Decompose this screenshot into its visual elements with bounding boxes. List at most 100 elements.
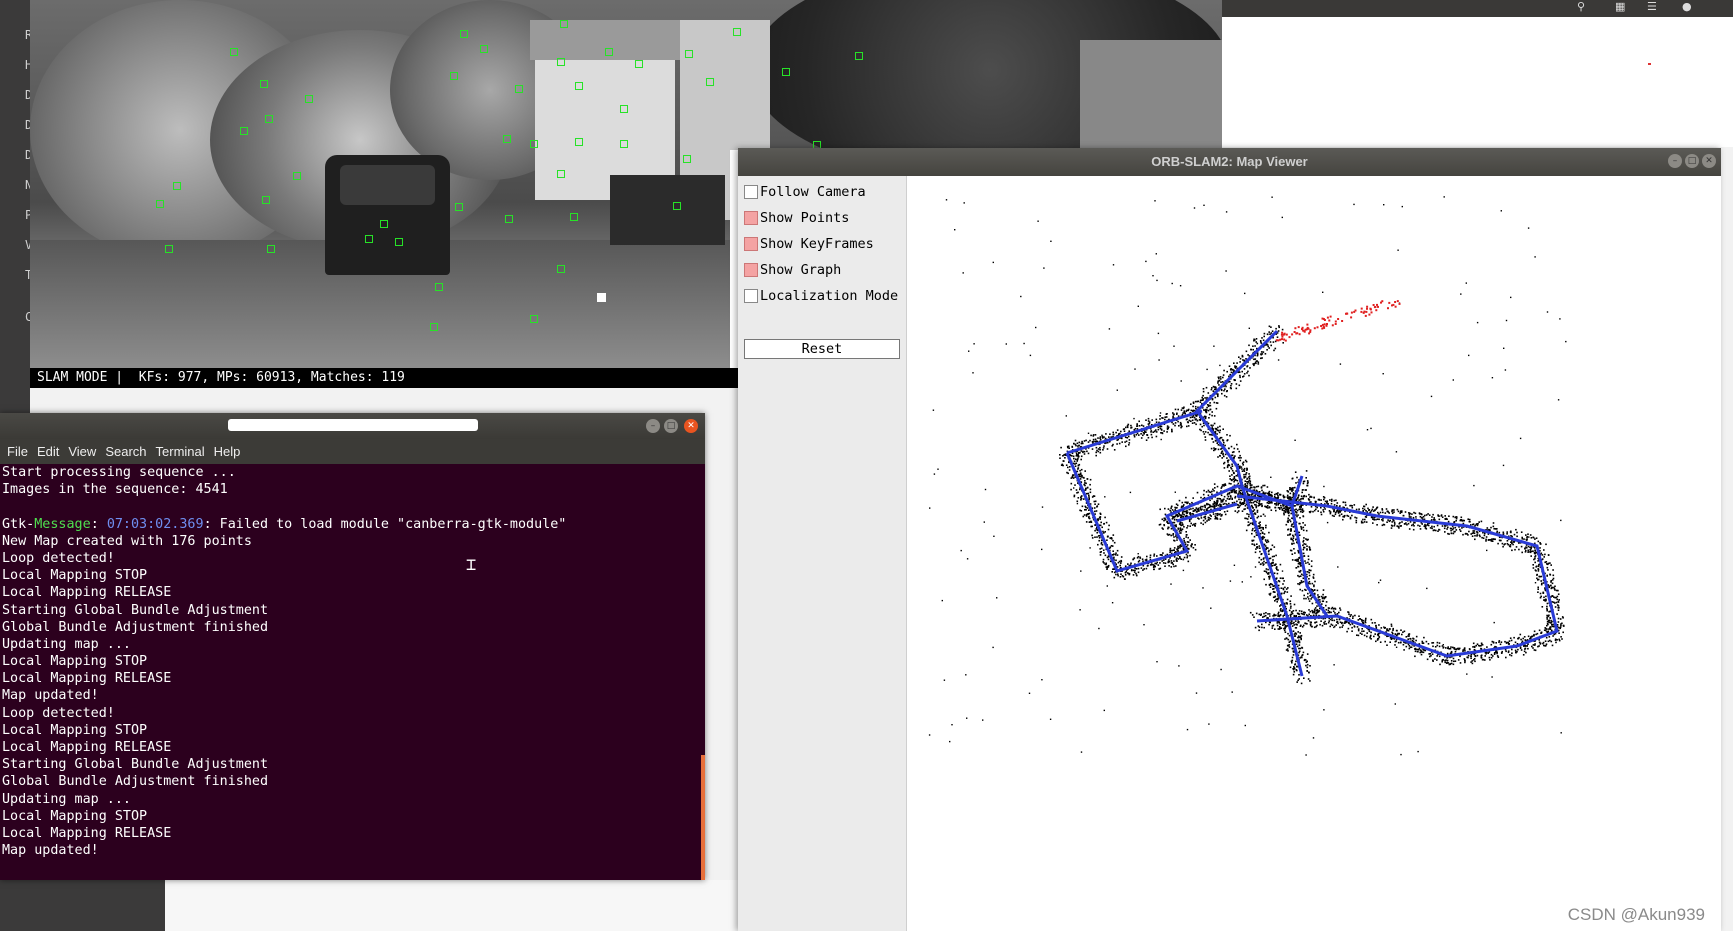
map-point <box>1299 561 1301 564</box>
map-point <box>1204 439 1207 441</box>
terminal-output[interactable]: Start processing sequence ... Images in t… <box>0 464 700 880</box>
map-point <box>1257 625 1260 627</box>
map-point <box>1555 601 1558 604</box>
feature-point <box>557 170 565 178</box>
map-point <box>1223 461 1226 464</box>
menu-edit[interactable]: Edit <box>37 444 59 459</box>
map-point <box>941 599 943 602</box>
feature-point <box>570 213 578 221</box>
minimize-button[interactable]: – <box>646 419 660 433</box>
map-point <box>1395 629 1398 632</box>
map-point <box>1284 631 1287 633</box>
map-point <box>1191 512 1194 515</box>
map-point <box>1128 573 1131 576</box>
map-point <box>1059 454 1061 456</box>
menu-terminal[interactable]: Terminal <box>156 444 205 459</box>
search-icon[interactable]: ⚲ <box>1577 0 1585 13</box>
option-show-keyframes[interactable]: Show KeyFrames <box>744 234 874 254</box>
map-point <box>1520 545 1523 548</box>
grid-icon[interactable]: ▦ <box>1615 0 1625 13</box>
terminal-titlebar[interactable]: – □ ✕ <box>0 413 705 439</box>
map-point <box>1351 623 1354 625</box>
map-point <box>1306 663 1309 666</box>
map-point <box>1268 576 1271 579</box>
option-show-points[interactable]: Show Points <box>744 208 849 228</box>
map-3d-view[interactable] <box>907 176 1721 931</box>
map-point <box>1309 511 1311 514</box>
map-point <box>1496 530 1498 533</box>
localization-mode-checkbox[interactable] <box>744 289 758 303</box>
terminal-scrollbar[interactable] <box>701 755 705 880</box>
map-point <box>1200 522 1202 524</box>
map-point <box>1116 554 1119 556</box>
map-point <box>993 535 995 537</box>
map-point <box>1543 596 1545 599</box>
map-viewer-window[interactable]: ORB-SLAM2: Map Viewer – □ ✕ Follow Camer… <box>738 148 1721 931</box>
map-point <box>1147 436 1150 439</box>
map-point <box>1277 611 1280 614</box>
map-point <box>1199 423 1202 426</box>
map-point <box>1322 291 1324 293</box>
map-point <box>932 409 935 411</box>
map-point <box>1082 476 1085 479</box>
map-point <box>1092 438 1095 441</box>
map-point <box>1339 505 1341 507</box>
map-point <box>1548 619 1550 622</box>
feature-point <box>605 48 613 56</box>
close-button[interactable]: ✕ <box>1702 154 1716 168</box>
map-point <box>1163 559 1165 561</box>
map-point <box>1454 530 1456 533</box>
map-point <box>1539 592 1542 595</box>
map-point <box>1339 621 1342 623</box>
map-point <box>1079 451 1081 454</box>
reset-button[interactable]: Reset <box>744 339 900 359</box>
option-localization-mode[interactable]: Localization Mode <box>744 286 898 306</box>
map-point <box>1203 509 1205 511</box>
maximize-button[interactable]: □ <box>1685 154 1699 168</box>
map-point <box>1319 623 1321 626</box>
map-point <box>1432 513 1434 516</box>
map-point <box>1534 256 1536 258</box>
menu-help[interactable]: Help <box>214 444 241 459</box>
map-point <box>1112 264 1115 266</box>
follow-camera-checkbox[interactable] <box>744 185 758 199</box>
map-point <box>1250 348 1252 351</box>
current-map-point <box>1306 323 1309 326</box>
map-point <box>1407 522 1410 525</box>
map-point <box>1302 529 1305 532</box>
map-point <box>954 229 956 231</box>
menu-file[interactable]: File <box>7 444 28 459</box>
menu-search[interactable]: Search <box>105 444 146 459</box>
map-point <box>1071 455 1073 457</box>
minimize-button[interactable]: – <box>1668 154 1682 168</box>
show-points-checkbox[interactable] <box>744 211 758 225</box>
close-button[interactable]: ✕ <box>684 419 698 433</box>
map-point <box>1292 630 1295 632</box>
map-point <box>1428 653 1430 655</box>
map-point <box>1179 529 1182 532</box>
map-point <box>1155 435 1158 438</box>
map-point <box>1349 517 1352 520</box>
maximize-button[interactable]: □ <box>664 419 678 433</box>
map-point <box>1342 501 1345 503</box>
map-point <box>1097 448 1100 450</box>
menu-view[interactable]: View <box>68 444 96 459</box>
menu-icon[interactable]: ☰ <box>1647 0 1657 13</box>
viewer-options-panel: Follow Camera Show Points Show KeyFrames… <box>738 176 907 931</box>
map-point <box>1438 642 1441 644</box>
option-show-graph[interactable]: Show Graph <box>744 260 841 280</box>
option-follow-camera[interactable]: Follow Camera <box>744 182 866 202</box>
map-point <box>1531 635 1533 638</box>
map-viewer-titlebar[interactable]: ORB-SLAM2: Map Viewer – □ ✕ <box>738 148 1721 176</box>
map-point <box>1120 556 1123 558</box>
show-graph-checkbox[interactable] <box>744 263 758 277</box>
window-control-icon[interactable]: ● <box>1682 0 1692 13</box>
map-point <box>1302 544 1304 547</box>
map-point <box>1301 489 1304 491</box>
terminal-window[interactable]: – □ ✕ File Edit View Search Terminal Hel… <box>0 413 705 880</box>
show-keyframes-checkbox[interactable] <box>744 237 758 251</box>
map-point <box>1111 571 1113 573</box>
map-point <box>1314 580 1316 583</box>
map-point <box>1323 596 1326 599</box>
map-point <box>1311 625 1313 628</box>
